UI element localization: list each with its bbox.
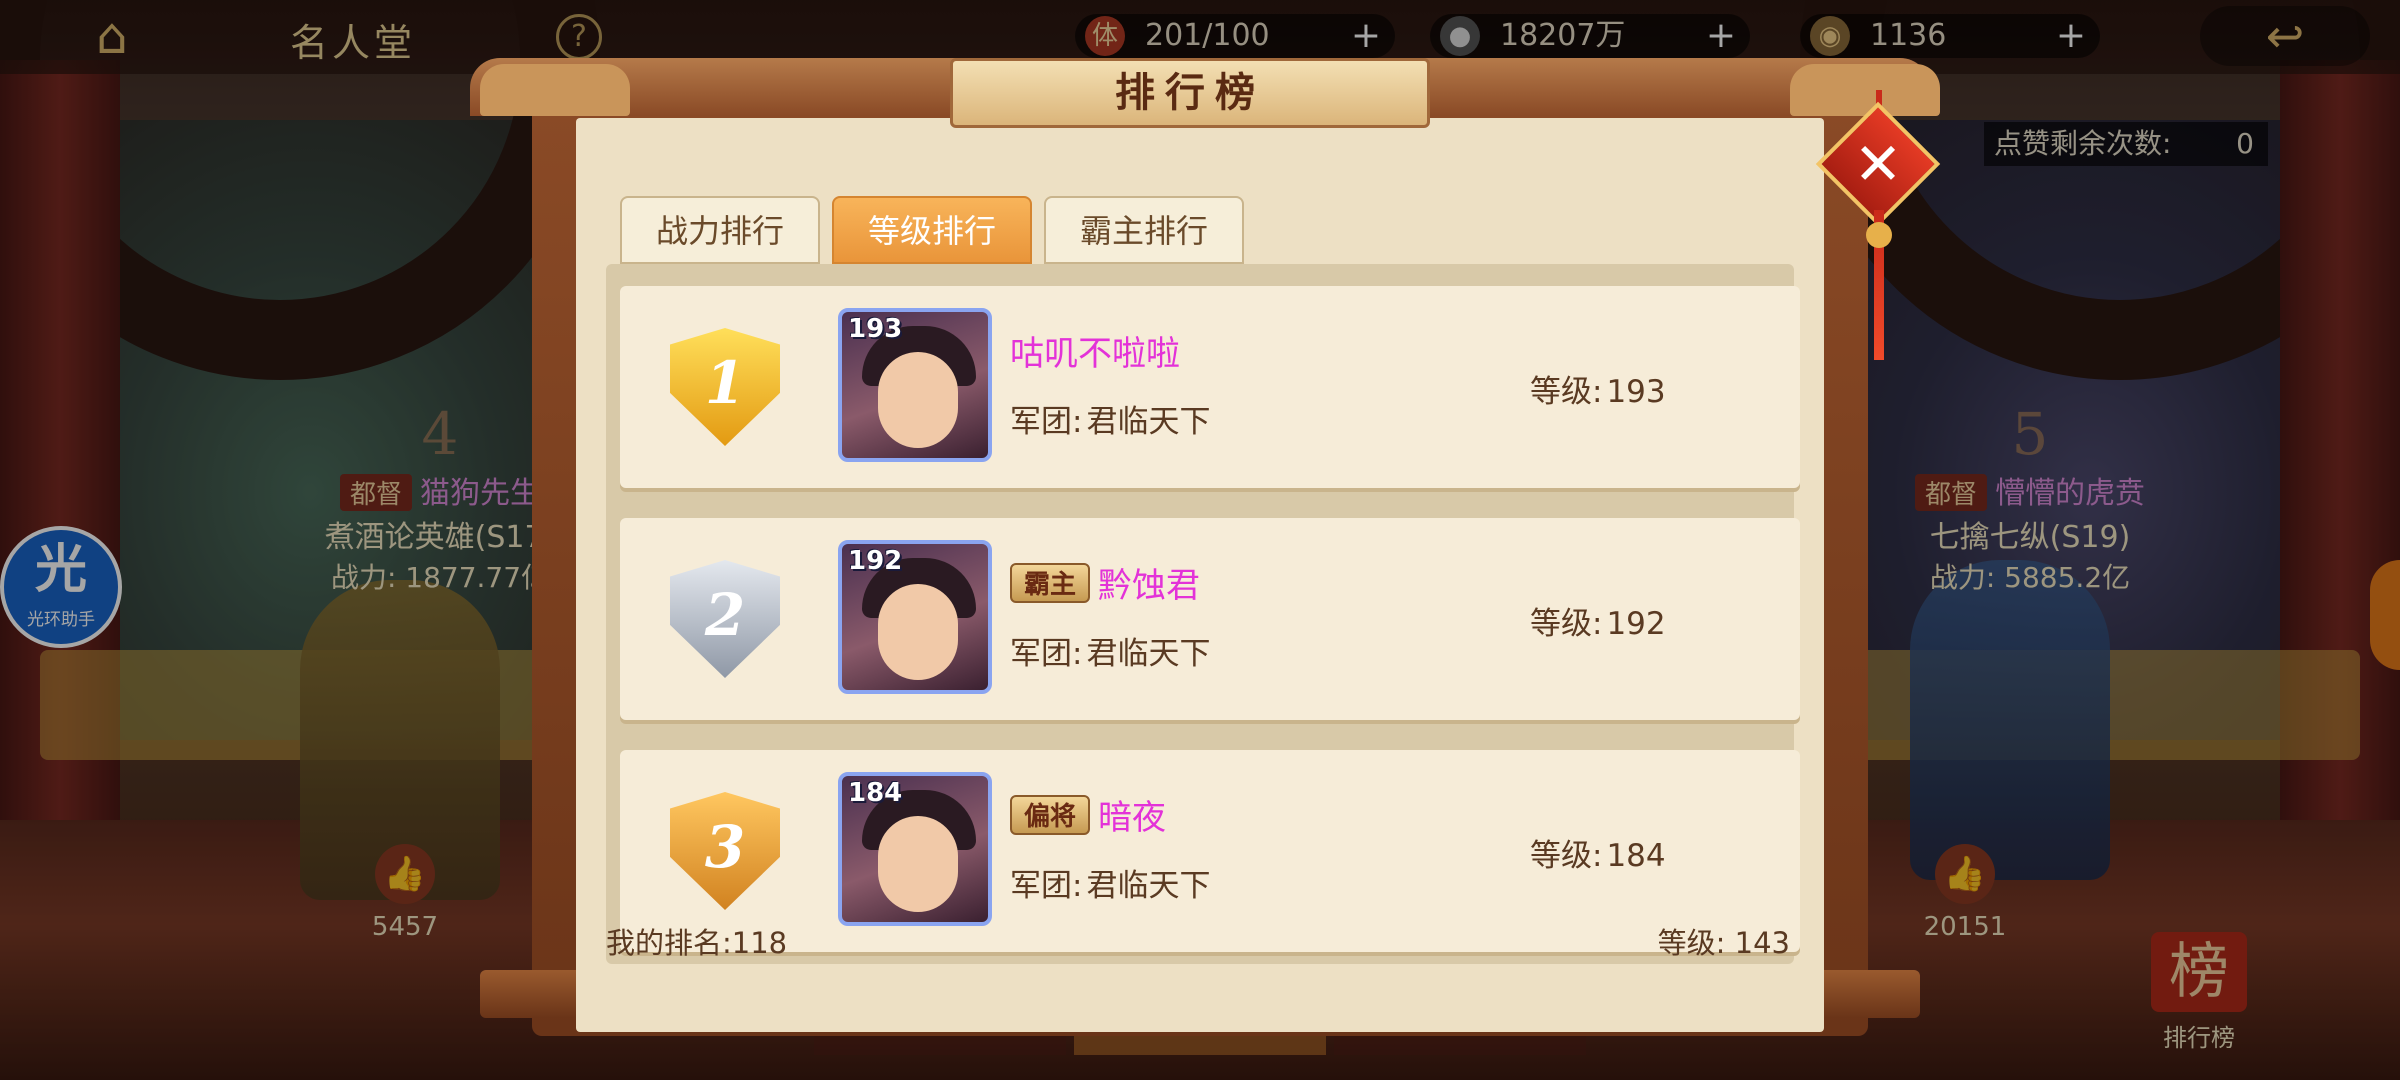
player-name: 黔蚀君	[1098, 566, 1201, 606]
close-icon[interactable]: ✕	[1838, 124, 1918, 204]
ranking-tabs: 战力排行 等级排行 霸主排行	[620, 196, 1256, 264]
level-info: 等级: 193	[1530, 366, 1666, 411]
player-avatar[interactable]: 192	[838, 540, 992, 694]
gold-medal-icon: 1	[670, 328, 780, 446]
avatar-face	[878, 816, 958, 912]
legion-label: 军团:	[1010, 404, 1083, 440]
level-label: 等级:	[1530, 374, 1603, 410]
avatar-face	[878, 584, 958, 680]
my-rank: 我的排名:118	[606, 920, 787, 962]
dialog-title: 排行榜	[950, 58, 1430, 128]
legion-name: 君临天下	[1086, 636, 1211, 672]
player-name: 暗夜	[1098, 798, 1167, 838]
player-name-line: 偏将 暗夜	[1010, 790, 1166, 839]
title-badge: 偏将	[1010, 794, 1091, 835]
level-value: 192	[1606, 606, 1666, 642]
avatar-level: 192	[848, 546, 903, 576]
player-avatar[interactable]: 193	[838, 308, 992, 462]
silver-medal-icon: 2	[670, 560, 780, 678]
legion-label: 军团:	[1010, 636, 1083, 672]
my-rank-value: 118	[731, 926, 788, 960]
rank-number: 2	[670, 560, 780, 678]
legion-name: 君临天下	[1086, 404, 1211, 440]
rank-number: 3	[670, 792, 780, 910]
level-value: 193	[1606, 374, 1666, 410]
rank-number: 1	[670, 328, 780, 446]
level-label: 等级:	[1530, 606, 1603, 642]
my-level: 等级: 143	[1658, 920, 1790, 962]
ranking-list[interactable]: 1 193 咕叽不啦啦 军团: 君临天下 等级: 193 2 192 霸主 黔蚀…	[606, 264, 1800, 964]
tab-overlord-ranking[interactable]: 霸主排行	[1044, 196, 1244, 264]
legion-label: 军团:	[1010, 868, 1083, 904]
left-ornament	[480, 64, 630, 116]
leaderboard-dialog: 排行榜 战力排行 等级排行 霸主排行 1 193 咕叽不啦啦 军团: 君临天下 等…	[470, 58, 1940, 1036]
tassel-knot	[1866, 222, 1892, 248]
bronze-medal-icon: 3	[670, 792, 780, 910]
legion-info: 军团: 君临天下	[1010, 628, 1210, 673]
my-level-label: 等级:	[1657, 926, 1726, 960]
legion-name: 君临天下	[1086, 868, 1211, 904]
legion-info: 军团: 君临天下	[1010, 860, 1210, 905]
ranking-row[interactable]: 2 192 霸主 黔蚀君 军团: 君临天下 等级: 192	[620, 518, 1800, 720]
avatar-face	[878, 352, 958, 448]
level-value: 184	[1606, 838, 1666, 874]
player-avatar[interactable]: 184	[838, 772, 992, 926]
level-label: 等级:	[1530, 838, 1603, 874]
legion-info: 军团: 君临天下	[1010, 396, 1210, 441]
avatar-level: 184	[848, 778, 903, 808]
level-info: 等级: 184	[1530, 830, 1666, 875]
avatar-level: 193	[848, 314, 903, 344]
tab-power-ranking[interactable]: 战力排行	[620, 196, 820, 264]
player-name: 咕叽不啦啦	[1010, 334, 1180, 374]
my-rank-label: 我的排名:	[606, 926, 732, 960]
title-badge: 霸主	[1010, 562, 1091, 603]
tab-level-ranking[interactable]: 等级排行	[832, 196, 1032, 264]
ranking-row[interactable]: 1 193 咕叽不啦啦 军团: 君临天下 等级: 193	[620, 286, 1800, 488]
right-ornament	[1790, 64, 1940, 116]
my-level-value: 143	[1734, 926, 1790, 960]
player-name-line: 霸主 黔蚀君	[1010, 558, 1200, 607]
level-info: 等级: 192	[1530, 598, 1666, 643]
player-name-line: 咕叽不啦啦	[1010, 326, 1180, 375]
ranking-row[interactable]: 3 184 偏将 暗夜 军团: 君临天下 等级: 184	[620, 750, 1800, 952]
